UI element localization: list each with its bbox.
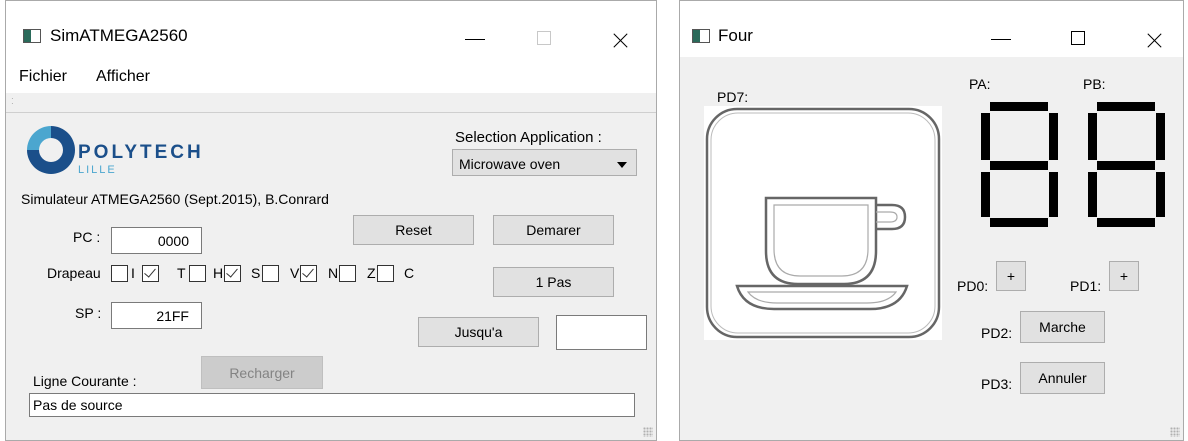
- polytech-logo-icon: [27, 126, 75, 174]
- app-icon: [23, 29, 41, 43]
- application-select[interactable]: Microwave oven: [452, 149, 637, 176]
- pd3-annuler-button[interactable]: Annuler: [1020, 362, 1105, 394]
- reset-button[interactable]: Reset: [353, 215, 474, 245]
- four-window-title: Four: [718, 26, 753, 45]
- flag-z-label: Z: [367, 265, 376, 281]
- pd3-label: PD3:: [981, 376, 1013, 392]
- flag-v-checkbox[interactable]: [262, 265, 279, 282]
- minimize-icon[interactable]: [452, 15, 498, 55]
- flag-c-checkbox[interactable]: [377, 265, 394, 282]
- flag-h-checkbox[interactable]: [189, 265, 206, 282]
- pd1-plus-button[interactable]: +: [1109, 261, 1139, 291]
- pd0-label: PD0:: [957, 278, 989, 294]
- sp-label: SP :: [75, 305, 102, 321]
- toolbar-grip-icon[interactable]: · ·: [11, 95, 14, 108]
- flag-i-label: I: [131, 265, 135, 281]
- oven-indicator: [704, 106, 942, 340]
- four-resize-grip-icon[interactable]: [1170, 427, 1180, 437]
- flag-s-checkbox[interactable]: [224, 265, 241, 282]
- start-button[interactable]: Demarer: [493, 215, 614, 245]
- sp-field[interactable]: 21FF: [111, 302, 202, 329]
- four-maximize-icon[interactable]: [1055, 15, 1101, 55]
- menubar: Fichier Afficher: [6, 53, 656, 93]
- dropdown-arrow-icon: [617, 162, 627, 168]
- flag-z-checkbox[interactable]: [339, 265, 356, 282]
- coffee-cup-icon: [705, 107, 941, 339]
- flag-n-label: N: [328, 265, 339, 281]
- flag-v-label: V: [290, 265, 300, 281]
- step-button[interactable]: 1 Pas: [493, 267, 614, 297]
- pc-label: PC :: [73, 229, 101, 245]
- until-button[interactable]: Jusqu'a: [418, 317, 539, 347]
- sim-window-title: SimATMEGA2560: [50, 26, 188, 45]
- flag-t-label: T: [177, 265, 186, 281]
- flags-label: Drapeau: [47, 265, 101, 281]
- application-select-value: Microwave oven: [459, 156, 561, 172]
- pc-field[interactable]: 0000: [111, 227, 202, 254]
- flag-i-checkbox[interactable]: [111, 265, 128, 282]
- pb-label: PB:: [1083, 76, 1106, 92]
- flag-n-checkbox[interactable]: [300, 265, 317, 282]
- menu-afficher[interactable]: Afficher: [96, 68, 150, 86]
- pd1-label: PD1:: [1070, 278, 1102, 294]
- flag-t-checkbox[interactable]: [142, 265, 159, 282]
- four-minimize-icon[interactable]: [978, 15, 1024, 55]
- current-line-field[interactable]: Pas de source: [29, 393, 635, 417]
- reload-button: Recharger: [201, 356, 323, 389]
- pd2-label: PD2:: [981, 325, 1013, 341]
- sim-window: SimATMEGA2560 Fichier Afficher · · POLYTE…: [5, 0, 657, 441]
- close-icon[interactable]: [598, 15, 644, 55]
- maximize-icon: [521, 15, 567, 55]
- logo-sub: LILLE: [78, 164, 117, 176]
- toolbar-strip: · ·: [6, 93, 656, 113]
- seven-segment-display-pb: [1088, 102, 1165, 227]
- flag-c-label: C: [404, 265, 415, 281]
- menu-fichier[interactable]: Fichier: [19, 68, 67, 86]
- current-line-label: Ligne Courante :: [33, 373, 137, 389]
- flag-h-label: H: [213, 265, 224, 281]
- flag-s-label: S: [251, 265, 261, 281]
- four-titlebar[interactable]: Four: [680, 1, 1183, 57]
- seven-segment-display-pa: [981, 102, 1058, 227]
- pd0-plus-button[interactable]: +: [996, 261, 1026, 291]
- subtitle: Simulateur ATMEGA2560 (Sept.2015), B.Con…: [21, 191, 329, 207]
- logo-name: POLYTECH: [78, 142, 204, 163]
- pd2-marche-button[interactable]: Marche: [1020, 311, 1105, 343]
- resize-grip-icon[interactable]: [643, 427, 653, 437]
- four-close-icon[interactable]: [1132, 15, 1178, 55]
- pd7-label: PD7:: [717, 89, 749, 105]
- sim-titlebar[interactable]: SimATMEGA2560: [6, 1, 656, 53]
- until-field[interactable]: [556, 315, 647, 350]
- selection-label: Selection Application :: [455, 129, 602, 146]
- pa-label: PA:: [969, 76, 991, 92]
- four-app-icon: [692, 29, 710, 43]
